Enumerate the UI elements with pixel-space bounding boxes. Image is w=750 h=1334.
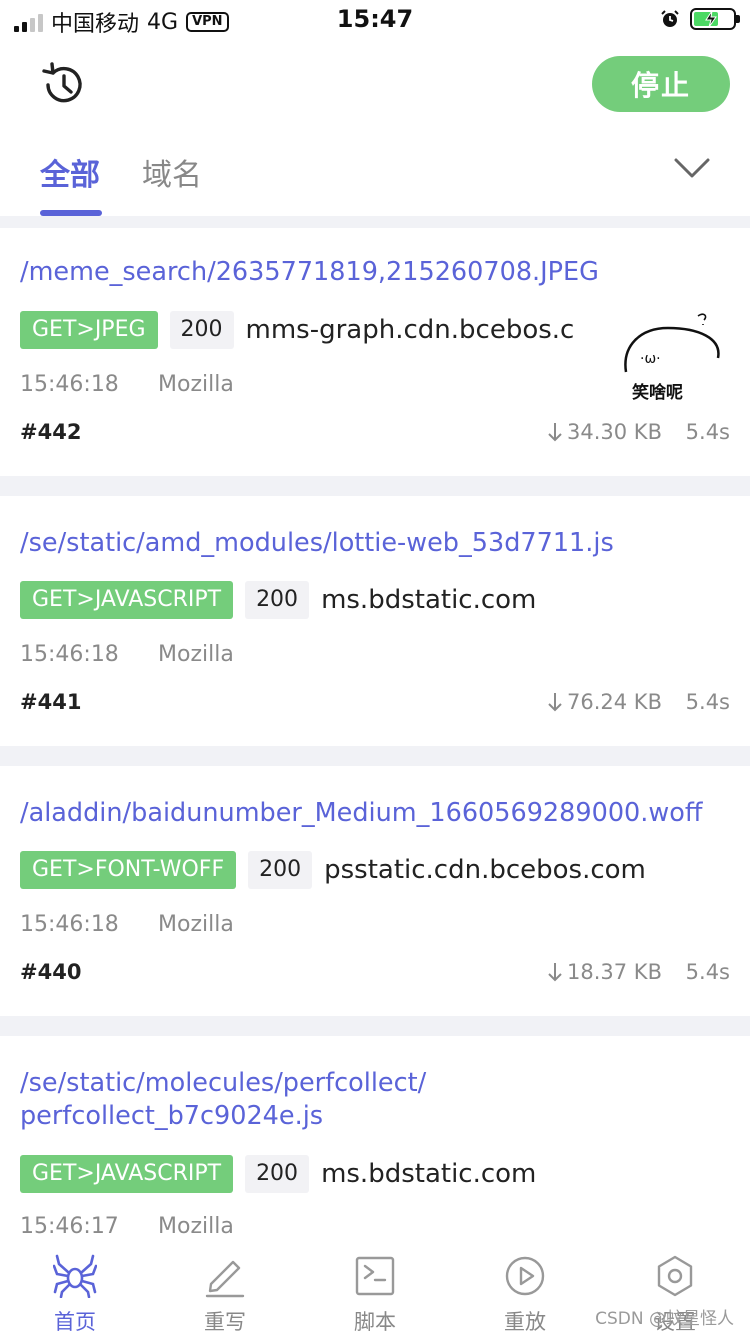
- request-time: 15:46:18: [20, 372, 119, 397]
- sticker-image: ·ω· 笑啥呢: [618, 306, 730, 403]
- nav-home[interactable]: 首页: [0, 1238, 150, 1334]
- request-duration: 5.4s: [685, 420, 730, 444]
- request-duration: 5.4s: [685, 690, 730, 714]
- request-host: ms.bdstatic.com: [321, 1159, 537, 1189]
- divider: [0, 746, 750, 766]
- request-id: #440: [20, 960, 82, 984]
- request-time: 15:46:18: [20, 912, 119, 937]
- request-card[interactable]: /se/static/molecules/perfcollect/ perfco…: [0, 1036, 750, 1238]
- response-size-value: 18.37 KB: [567, 960, 662, 984]
- request-agent: Mozilla: [158, 912, 234, 937]
- request-meta-row: GET>JAVASCRIPT 200 ms.bdstatic.com: [20, 580, 536, 620]
- sticker-caption: 笑啥呢: [632, 382, 683, 400]
- nav-script[interactable]: 脚本: [300, 1238, 450, 1334]
- play-icon: [505, 1256, 545, 1296]
- nav-label: 重写: [204, 1310, 246, 1334]
- request-path-line-1: /se/static/molecules/perfcollect/: [20, 1068, 427, 1098]
- nav-label: 重放: [504, 1310, 546, 1334]
- status-code: 200: [248, 851, 313, 889]
- request-agent: Mozilla: [158, 1214, 234, 1238]
- divider: [0, 1016, 750, 1036]
- sticker-face: ·ω·: [640, 351, 661, 367]
- terminal-icon: [355, 1256, 395, 1296]
- spider-icon: [53, 1254, 97, 1298]
- divider: [0, 216, 750, 228]
- status-time: 15:47: [336, 5, 414, 33]
- response-size: 18.37 KB: [547, 960, 662, 984]
- nav-replay[interactable]: 重放: [450, 1238, 600, 1334]
- history-icon[interactable]: [40, 62, 86, 108]
- nav-label: 首页: [54, 1310, 96, 1334]
- tab-domain[interactable]: 域名: [142, 150, 202, 194]
- alarm-icon: [661, 10, 679, 27]
- request-card[interactable]: /se/static/amd_modules/lottie-web_53d771…: [0, 496, 750, 746]
- request-id: #441: [20, 690, 82, 714]
- response-size-value: 76.24 KB: [567, 690, 662, 714]
- request-path: /aladdin/baidunumber_Medium_166056928900…: [20, 798, 703, 828]
- pen-icon: [205, 1260, 245, 1298]
- request-duration: 5.4s: [685, 960, 730, 984]
- method-badge: GET>JAVASCRIPT: [20, 1155, 234, 1193]
- request-agent: Mozilla: [158, 372, 234, 397]
- request-time: 15:46:17: [20, 1214, 119, 1238]
- download-arrow-icon: [548, 423, 562, 442]
- request-meta-row: GET>JAVASCRIPT 200 ms.bdstatic.com: [20, 1154, 536, 1194]
- watermark: CSDN @蚊星怪人: [595, 1309, 734, 1329]
- request-card[interactable]: /aladdin/baidunumber_Medium_166056928900…: [0, 766, 750, 1016]
- request-host: mms-graph.cdn.bcebos.c: [245, 315, 575, 345]
- hexagon-settings-icon: [657, 1255, 693, 1297]
- tab-all[interactable]: 全部: [40, 150, 100, 194]
- stop-button[interactable]: 停止: [592, 56, 730, 112]
- download-arrow-icon: [548, 963, 562, 982]
- response-size: 34.30 KB: [547, 420, 662, 444]
- request-time: 15:46:18: [20, 642, 119, 667]
- battery-icon: [690, 8, 740, 30]
- request-path: /meme_search/2635771819,215260708.JPEG: [20, 257, 599, 287]
- response-size: 76.24 KB: [547, 690, 662, 714]
- request-host: ms.bdstatic.com: [321, 585, 537, 615]
- request-meta-row: GET>JPEG 200 mms-graph.cdn.bcebos.c: [20, 310, 574, 350]
- method-badge: GET>JPEG: [20, 311, 158, 349]
- divider: [0, 476, 750, 496]
- nav-rewrite[interactable]: 重写: [150, 1238, 300, 1334]
- status-code: 200: [169, 311, 234, 349]
- chevron-down-icon[interactable]: [674, 156, 710, 180]
- method-badge: GET>JAVASCRIPT: [20, 581, 234, 619]
- download-arrow-icon: [548, 693, 562, 712]
- status-code: 200: [245, 1155, 310, 1193]
- request-agent: Mozilla: [158, 642, 234, 667]
- nav-label: 脚本: [354, 1310, 396, 1334]
- response-size-value: 34.30 KB: [567, 420, 662, 444]
- request-host: psstatic.cdn.bcebos.com: [324, 855, 646, 885]
- status-bar: 中国移动 4G VPN 15:47: [0, 0, 750, 40]
- request-meta-row: GET>FONT-WOFF 200 psstatic.cdn.bcebos.co…: [20, 850, 646, 890]
- method-badge: GET>FONT-WOFF: [20, 851, 237, 889]
- status-code: 200: [245, 581, 310, 619]
- request-id: #442: [20, 420, 82, 444]
- status-right: [660, 8, 740, 30]
- request-path: /se/static/amd_modules/lottie-web_53d771…: [20, 528, 614, 558]
- request-path-line-2: perfcollect_b7c9024e.js: [20, 1101, 324, 1131]
- filter-tabs: 全部 域名: [0, 140, 750, 216]
